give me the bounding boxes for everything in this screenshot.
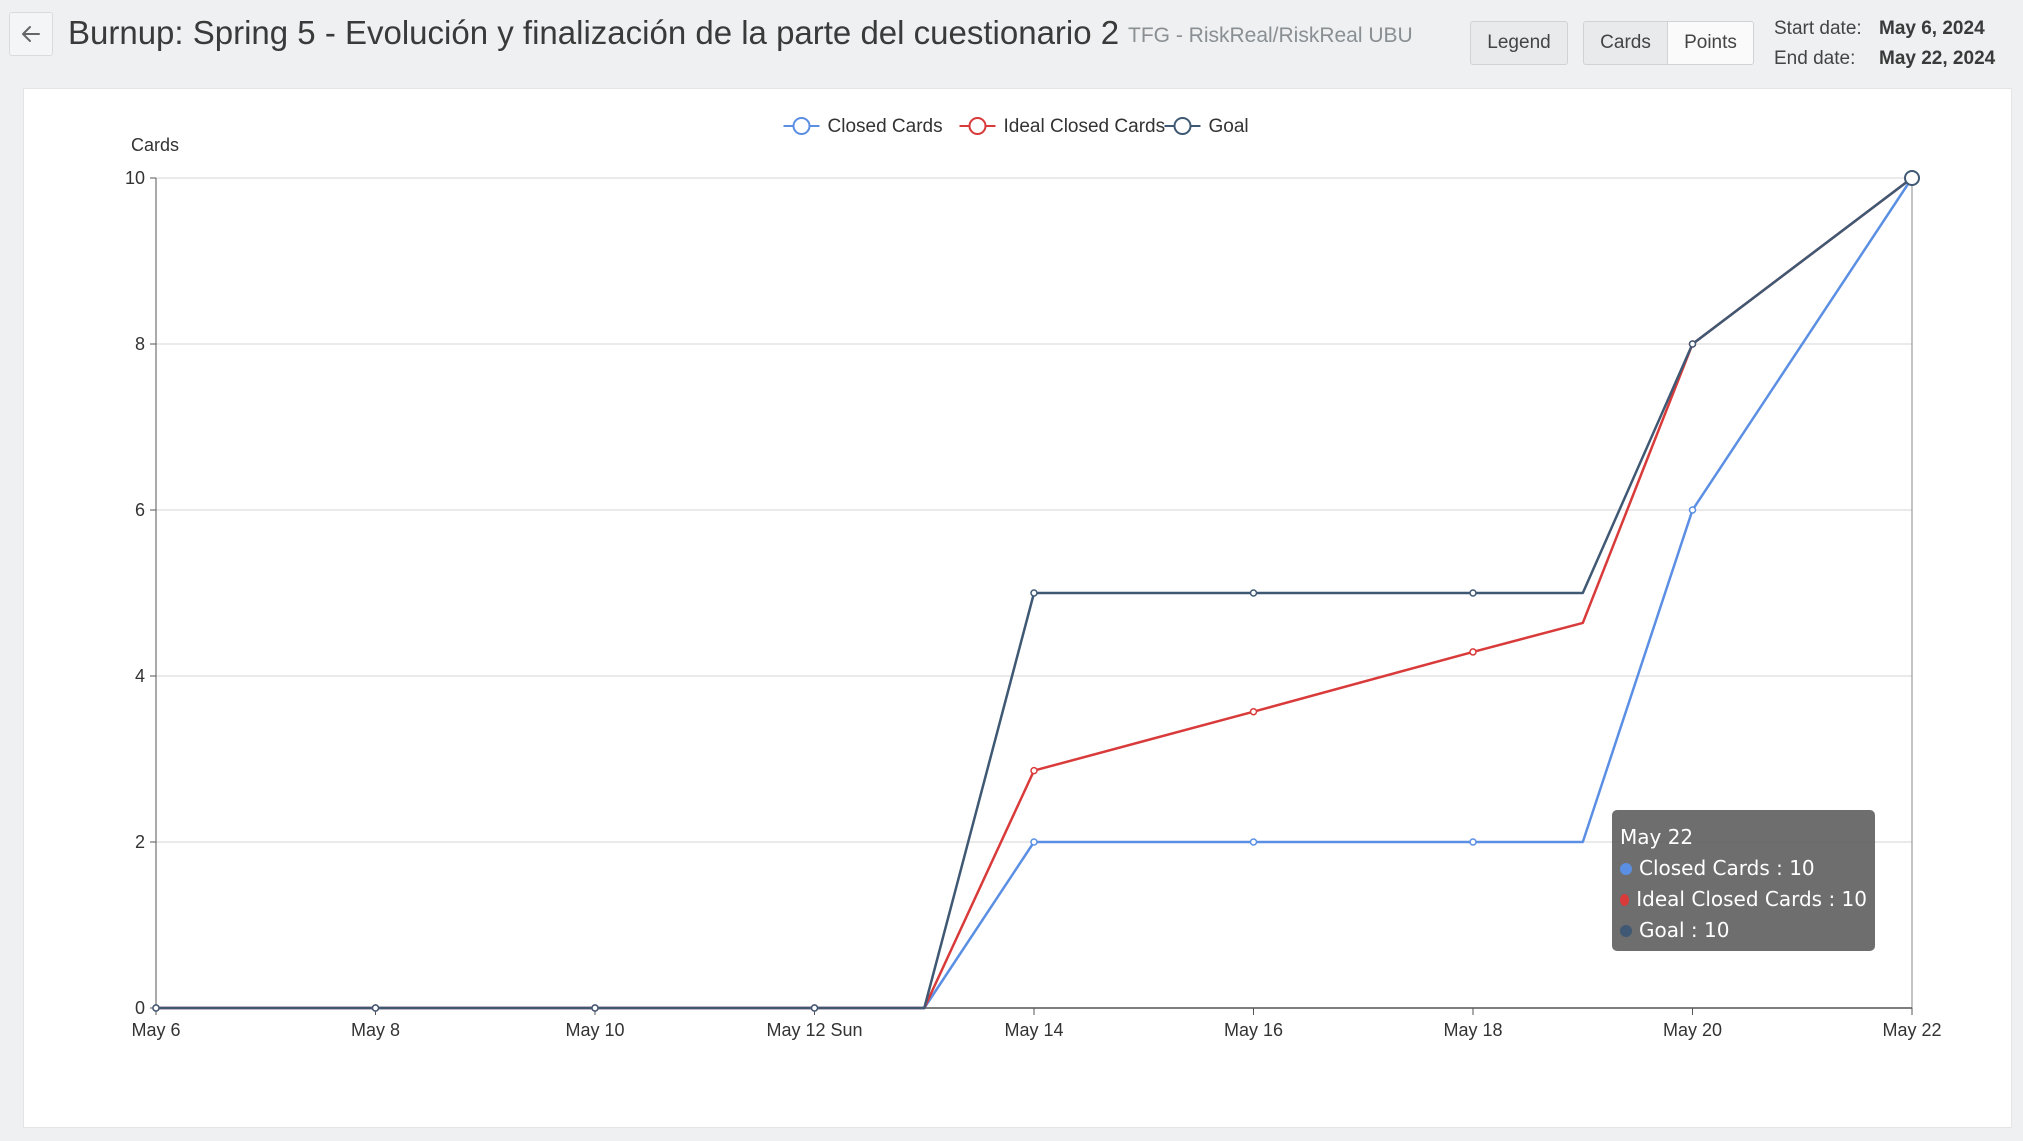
x-tick-label: May 16 bbox=[1224, 1020, 1283, 1040]
data-point[interactable] bbox=[1469, 589, 1477, 597]
y-tick-label: 4 bbox=[135, 666, 145, 686]
x-tick-label: May 18 bbox=[1443, 1020, 1502, 1040]
grid-lines bbox=[156, 177, 1912, 843]
legend-marker bbox=[1173, 117, 1192, 135]
legend-item[interactable]: Goal bbox=[1164, 116, 1249, 137]
tooltip-dot bbox=[1620, 924, 1632, 937]
legend-label: Goal bbox=[1209, 116, 1249, 137]
x-tick-label: May 8 bbox=[351, 1020, 400, 1040]
legend-label: Closed Cards bbox=[828, 116, 943, 137]
data-point[interactable] bbox=[810, 1004, 819, 1012]
x-tick-label: May 10 bbox=[565, 1020, 624, 1040]
y-tick-label: 0 bbox=[135, 998, 145, 1018]
tooltip-dot bbox=[1620, 893, 1630, 906]
y-tick-label: 8 bbox=[135, 334, 145, 354]
x-tick-label: May 22 bbox=[1882, 1020, 1941, 1040]
tooltip-row-text: Ideal Closed Cards : 10 bbox=[1636, 887, 1867, 911]
data-point[interactable] bbox=[371, 1004, 380, 1012]
data-point[interactable] bbox=[152, 1004, 160, 1012]
data-point[interactable] bbox=[591, 1004, 599, 1012]
y-tick-label: 2 bbox=[135, 832, 145, 852]
x-tick-label: May 6 bbox=[131, 1020, 180, 1040]
data-point[interactable] bbox=[1249, 707, 1258, 716]
legend-item[interactable]: Closed Cards bbox=[783, 116, 943, 137]
x-tick-label: May 20 bbox=[1663, 1020, 1722, 1040]
tooltip-row-text: Goal : 10 bbox=[1639, 918, 1730, 942]
legend-label: Ideal Closed Cards bbox=[1004, 116, 1166, 137]
data-point[interactable] bbox=[1469, 838, 1477, 846]
y-tick-label: 6 bbox=[135, 500, 145, 520]
data-point[interactable] bbox=[1469, 648, 1477, 656]
legend-item[interactable]: Ideal Closed Cards bbox=[959, 116, 1166, 137]
data-point[interactable] bbox=[1030, 589, 1038, 597]
burnup-chart[interactable]: Closed Cards Ideal Closed Cards Goal Cards… bbox=[0, 0, 2023, 1141]
y-tick-label: 10 bbox=[125, 168, 145, 188]
y-axis-title: Cards bbox=[131, 135, 179, 155]
highlighted-point[interactable] bbox=[1904, 170, 1920, 186]
data-point[interactable] bbox=[1688, 340, 1697, 348]
chart-tooltip: May 22 Closed Cards : 10 Ideal Closed Ca… bbox=[1612, 810, 1875, 951]
tooltip-row-text: Closed Cards : 10 bbox=[1639, 856, 1815, 880]
data-point[interactable] bbox=[1030, 838, 1038, 846]
legend-marker bbox=[792, 117, 811, 135]
x-tick-label: May 14 bbox=[1004, 1020, 1063, 1040]
data-point[interactable] bbox=[1249, 589, 1258, 597]
data-point[interactable] bbox=[1030, 766, 1038, 775]
tooltip-dot bbox=[1620, 862, 1632, 875]
tooltip-row-closed: Closed Cards : 10 bbox=[1620, 853, 1867, 884]
tooltip-row-goal: Goal : 10 bbox=[1620, 915, 1867, 946]
tooltip-row-ideal: Ideal Closed Cards : 10 bbox=[1620, 884, 1867, 915]
data-point[interactable] bbox=[1688, 506, 1697, 514]
chart-legend[interactable]: Closed Cards Ideal Closed Cards Goal bbox=[783, 116, 1249, 137]
x-tick-label: May 12 Sun bbox=[766, 1020, 862, 1040]
tooltip-title: May 22 bbox=[1620, 825, 1694, 849]
data-point[interactable] bbox=[1249, 838, 1258, 846]
legend-marker bbox=[968, 117, 987, 135]
